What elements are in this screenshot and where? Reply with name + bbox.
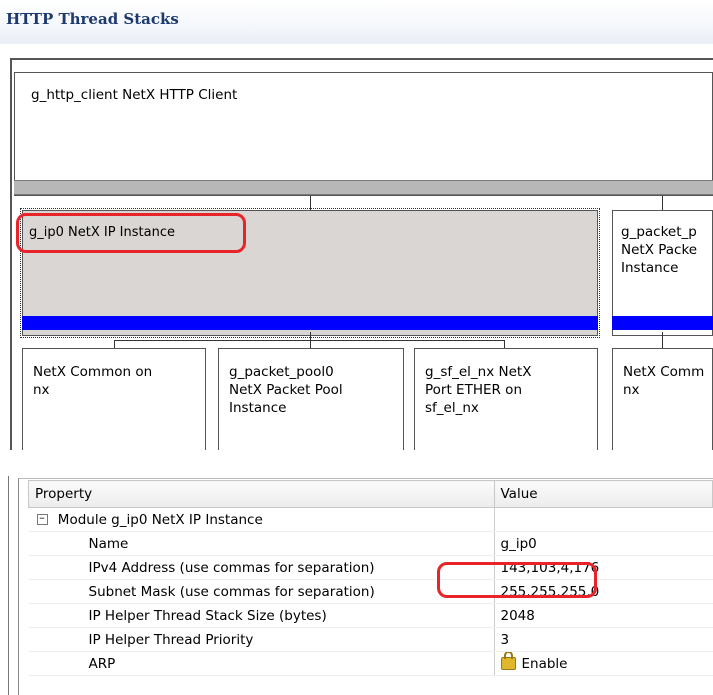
module-label: Module g_ip0 NetX IP Instance: [57, 511, 263, 528]
property-label: Name: [28, 531, 495, 556]
stack-packet-pool0-label: g_packet_pool0 NetX Packet Pool Instance: [229, 364, 343, 416]
property-label: ARP: [28, 651, 495, 676]
connector-ip-leaves: [114, 340, 504, 341]
stack-netx-common-label: NetX Common on nx: [33, 364, 153, 398]
stack-packet-pool0[interactable]: g_packet_pool0 NetX Packet Pool Instance: [218, 348, 404, 450]
property-row-arp[interactable]: ARP Enable: [28, 651, 713, 676]
connector-client-pool: [662, 196, 663, 210]
connector-leaf-4: [662, 332, 663, 348]
connector-ip-down: [310, 332, 311, 340]
module-row[interactable]: − Module g_ip0 NetX IP Instance: [28, 507, 713, 532]
property-value: Enable: [521, 655, 568, 672]
property-row-ipv4[interactable]: IPv4 Address (use commas for separation)…: [28, 555, 713, 580]
property-row-priority[interactable]: IP Helper Thread Priority 3: [28, 627, 713, 652]
property-label: IP Helper Thread Priority: [28, 627, 495, 652]
highlight-ipv4-value: [437, 562, 597, 598]
stack-netx-common-2-label: NetX Comm nx: [623, 364, 705, 398]
property-row-name[interactable]: Name g_ip0: [28, 531, 713, 556]
connector-leaf-2: [310, 340, 311, 348]
stack-http-client-bar: [14, 180, 713, 195]
lock-icon: [500, 651, 516, 670]
stack-netx-common[interactable]: NetX Common on nx: [22, 348, 206, 450]
collapse-icon[interactable]: −: [36, 514, 48, 525]
connector-leaf-3: [504, 340, 505, 348]
connector-client-ip: [310, 196, 311, 210]
stack-http-client[interactable]: g_http_client NetX HTTP Client: [14, 72, 713, 196]
properties-left-edge: [8, 476, 9, 695]
stack-sf-el-nx-label: g_sf_el_nx NetX Port ETHER on sf_el_nx: [425, 364, 532, 416]
property-value[interactable]: g_ip0: [494, 531, 713, 556]
stack-netx-common-2[interactable]: NetX Comm nx: [612, 348, 713, 450]
property-row-subnet[interactable]: Subnet Mask (use commas for separation) …: [28, 579, 713, 604]
property-label: Subnet Mask (use commas for separation): [28, 579, 495, 604]
property-label: IPv4 Address (use commas for separation): [28, 555, 495, 580]
stack-http-client-label: g_http_client NetX HTTP Client: [31, 87, 238, 103]
stack-packet-pool-bar: [612, 316, 713, 330]
stack-packet-pool-label: g_packet_p NetX Packe Instance: [621, 224, 698, 276]
property-column-header[interactable]: Property: [28, 480, 495, 508]
property-value[interactable]: 3: [494, 627, 713, 652]
property-value-cell[interactable]: Enable: [494, 651, 713, 676]
property-row-stack-size[interactable]: IP Helper Thread Stack Size (bytes) 2048: [28, 603, 713, 628]
property-value[interactable]: 2048: [494, 603, 713, 628]
properties-table: Property Value − Module g_ip0 NetX IP In…: [28, 480, 713, 676]
highlight-ip-instance: [16, 213, 246, 253]
property-label: IP Helper Thread Stack Size (bytes): [28, 603, 495, 628]
value-column-header[interactable]: Value: [493, 480, 713, 508]
stack-ip-instance-bar: [22, 316, 598, 330]
stack-sf-el-nx[interactable]: g_sf_el_nx NetX Port ETHER on sf_el_nx: [414, 348, 598, 450]
connector-leaf-1: [114, 340, 115, 348]
view-title: HTTP Thread Stacks: [6, 10, 179, 28]
